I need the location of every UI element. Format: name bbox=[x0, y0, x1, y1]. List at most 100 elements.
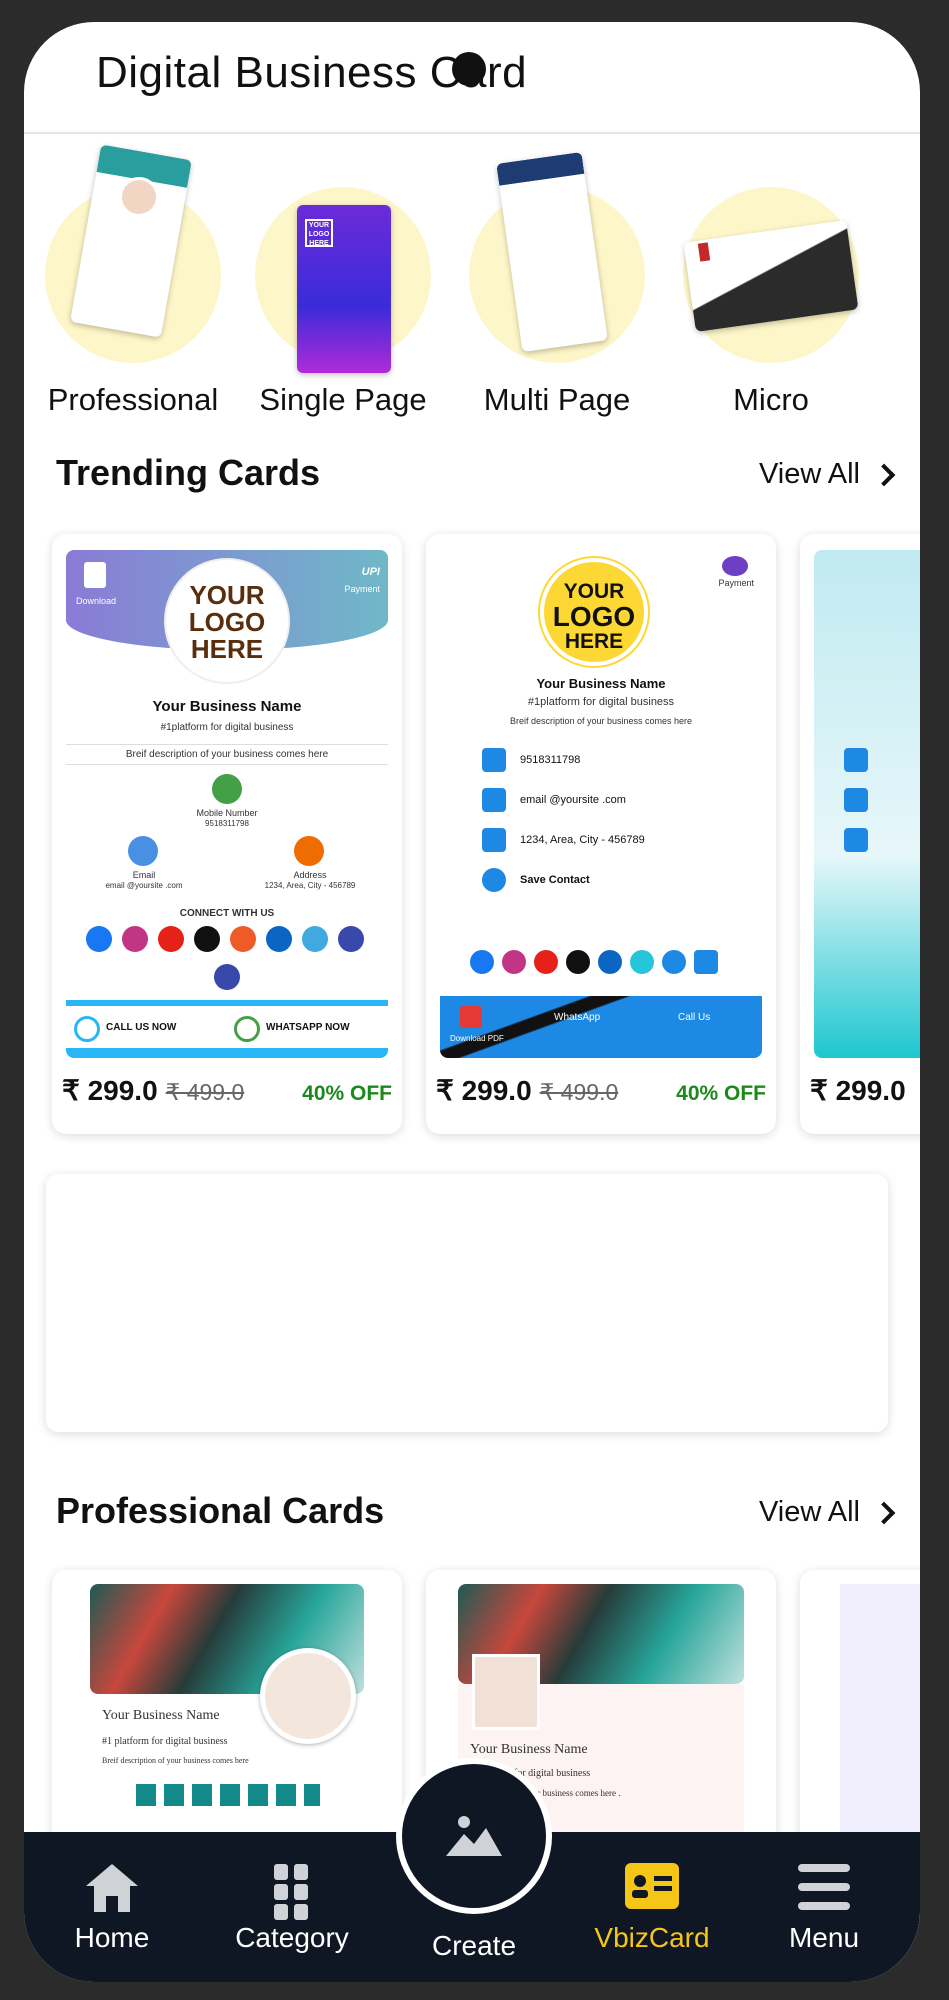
save-contact-label: Save Contact bbox=[520, 874, 590, 886]
view-all-label: View All bbox=[758, 458, 860, 490]
pdf-icon bbox=[460, 1006, 482, 1028]
location-icon bbox=[482, 828, 506, 852]
card-preview: Download UPI Payment YOUR LOGO HERE Your… bbox=[66, 550, 388, 1058]
email-value: email @yoursite .com bbox=[520, 794, 626, 806]
professional-section-title: Professional Cards bbox=[56, 1490, 385, 1531]
youtube-icon bbox=[534, 950, 558, 974]
avatar bbox=[260, 1648, 356, 1744]
card-price: ₹ 299.0 bbox=[436, 1075, 532, 1106]
connect-heading: CONNECT WITH US bbox=[179, 908, 275, 919]
home-icon bbox=[86, 1864, 138, 1912]
category-multi-page[interactable]: Multi Page bbox=[452, 147, 662, 417]
category-single-page[interactable]: YOUR LOGO HERE Single Page bbox=[238, 147, 448, 417]
description: Breif description of your business comes… bbox=[66, 744, 388, 765]
image-icon bbox=[446, 1816, 502, 1856]
phone-icon bbox=[482, 748, 506, 772]
category-icon bbox=[274, 1864, 308, 1920]
email-icon bbox=[844, 788, 868, 812]
whatsapp-icon bbox=[234, 1016, 260, 1042]
business-name: Your Business Name bbox=[470, 1742, 588, 1757]
address-value: 1234, Area, City - 456789 bbox=[264, 881, 356, 890]
email-label: Email bbox=[132, 870, 156, 880]
category-strip: Professional YOUR LOGO HERE Single Page … bbox=[24, 144, 920, 432]
trending-section-title: Trending Cards bbox=[56, 452, 321, 493]
nav-home[interactable]: Home bbox=[32, 1832, 192, 1982]
download-pdf-label: Download PDF bbox=[450, 1034, 504, 1043]
discount-badge: 40% OFF bbox=[302, 1082, 392, 1105]
hamburger-menu-icon bbox=[798, 1864, 850, 1910]
nav-menu[interactable]: Menu bbox=[744, 1832, 904, 1982]
business-name: Your Business Name bbox=[102, 1708, 220, 1723]
trending-card[interactable]: Download UPI Payment YOUR LOGO HERE Your… bbox=[52, 534, 402, 1134]
mobile-number: 9518311798 bbox=[205, 819, 249, 828]
tagline: #1 platform for digital business bbox=[102, 1736, 228, 1747]
professional-view-all-link[interactable]: View All bbox=[758, 1496, 896, 1529]
card-icon bbox=[694, 950, 718, 974]
link-icon bbox=[230, 926, 256, 952]
card-preview: YOUR LOGO HERE Payment Your Business Nam… bbox=[440, 550, 762, 1058]
chevron-right-icon bbox=[872, 1501, 896, 1524]
phone-icon bbox=[212, 774, 242, 804]
category-label: Single Page bbox=[259, 382, 427, 417]
id-card-icon bbox=[625, 1863, 679, 1909]
card-mrp: ₹ 499.0 bbox=[539, 1079, 619, 1105]
wallet-icon bbox=[662, 950, 686, 974]
instagram-icon bbox=[502, 950, 526, 974]
facebook-icon bbox=[86, 926, 112, 952]
trending-card[interactable]: ₹ 299.0 bbox=[800, 534, 920, 1134]
address-label: Address bbox=[293, 870, 327, 880]
description: Breif description of your business comes… bbox=[102, 1756, 249, 1765]
call-label: Call Us bbox=[678, 1012, 711, 1023]
app-header: Digital Business Card bbox=[24, 22, 920, 134]
save-contact-icon bbox=[482, 868, 506, 892]
location-icon bbox=[844, 828, 868, 852]
instagram-icon bbox=[122, 926, 148, 952]
category-micro[interactable]: Micro bbox=[666, 147, 876, 417]
category-label: Multi Page bbox=[483, 382, 631, 417]
whatsapp-label: WhatsApp bbox=[554, 1012, 601, 1023]
chevron-right-icon bbox=[872, 463, 896, 486]
nav-vbizcard[interactable]: VbizCard bbox=[572, 1832, 732, 1982]
payment-label: Payment bbox=[718, 578, 754, 588]
youtube-icon bbox=[158, 926, 184, 952]
social-icons-row bbox=[136, 1784, 320, 1806]
whatsapp-now-label: WHATSAPP NOW bbox=[266, 1022, 350, 1033]
linkedin-icon bbox=[266, 926, 292, 952]
x-icon bbox=[194, 926, 220, 952]
category-label: Micro bbox=[733, 382, 809, 417]
category-image bbox=[45, 144, 221, 363]
nav-vbizcard-label: VbizCard bbox=[594, 1922, 710, 1953]
business-name: Your Business Name bbox=[536, 676, 666, 691]
category-professional[interactable]: Professional bbox=[28, 144, 238, 417]
email-icon bbox=[482, 788, 506, 812]
logo-placeholder: YOUR LOGO HERE bbox=[540, 558, 648, 666]
email-icon bbox=[128, 836, 158, 866]
address-value: 1234, Area, City - 456789 bbox=[520, 834, 645, 846]
avatar bbox=[472, 1654, 540, 1730]
wallet-icon bbox=[338, 926, 364, 952]
create-button[interactable] bbox=[396, 1758, 552, 1914]
email-value: email @yoursite .com bbox=[105, 881, 183, 890]
telegram-icon bbox=[302, 926, 328, 952]
card-price: ₹ 299.0 bbox=[62, 1075, 158, 1106]
trending-view-all-link[interactable]: View All bbox=[758, 458, 896, 491]
card-preview bbox=[814, 550, 920, 1058]
x-icon bbox=[566, 950, 590, 974]
business-name: Your Business Name bbox=[152, 698, 302, 715]
card-mrp: ₹ 499.0 bbox=[165, 1079, 245, 1105]
price-row: ₹ 299.0 bbox=[810, 1074, 920, 1107]
nav-create-label: Create bbox=[431, 1930, 517, 1961]
trending-card[interactable]: YOUR LOGO HERE Payment Your Business Nam… bbox=[426, 534, 776, 1134]
tagline: #1platform for digital business bbox=[527, 696, 675, 708]
nav-menu-label: Menu bbox=[788, 1922, 860, 1953]
payment-icon bbox=[722, 556, 748, 576]
call-icon bbox=[74, 1016, 100, 1042]
view-all-label: View All bbox=[758, 1496, 860, 1528]
payment-label: Payment bbox=[344, 584, 380, 594]
mobile-label: Mobile Number bbox=[196, 808, 258, 818]
download-label: Download bbox=[76, 596, 117, 606]
price-row: ₹ 299.0 ₹ 499.0 40% OFF bbox=[62, 1074, 392, 1107]
card-preview bbox=[840, 1584, 920, 1834]
nav-category[interactable]: Category bbox=[212, 1832, 372, 1982]
location-icon bbox=[294, 836, 324, 866]
